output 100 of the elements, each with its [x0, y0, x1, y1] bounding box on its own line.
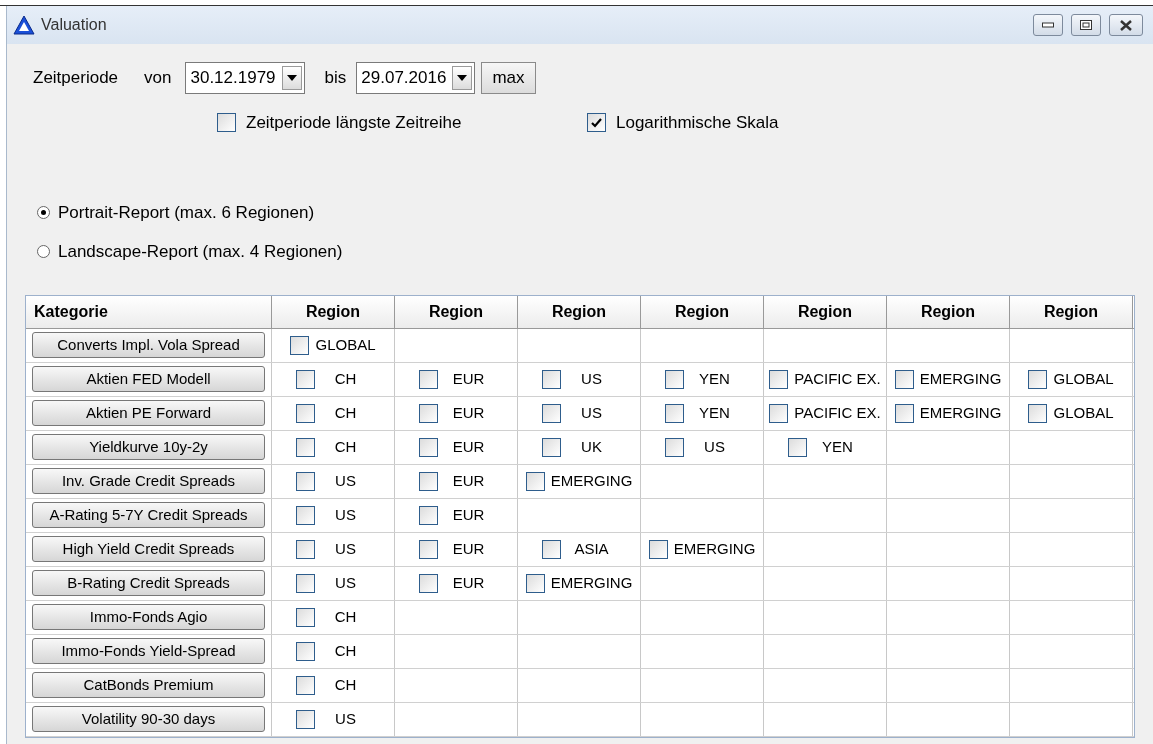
checkbox[interactable] — [664, 403, 684, 423]
checkbox[interactable] — [769, 369, 789, 389]
category-button[interactable]: Aktien FED Modell — [32, 366, 265, 392]
category-button[interactable]: Immo-Fonds Agio — [32, 604, 265, 630]
radio-button[interactable] — [37, 205, 50, 219]
checkbox[interactable] — [894, 403, 914, 423]
checkbox[interactable] — [418, 369, 438, 389]
region-label: CH — [333, 402, 358, 423]
checkbox[interactable] — [541, 403, 561, 423]
region-label: EMERGING — [919, 368, 1002, 389]
checkbox[interactable] — [648, 539, 668, 559]
option-label: Zeitperiode längste Zeitreihe — [246, 112, 462, 134]
app-logo-icon — [13, 15, 35, 35]
region-label: YEN — [698, 368, 731, 389]
dropdown-arrow-button[interactable] — [281, 66, 302, 90]
category-button[interactable]: High Yield Credit Spreads — [32, 536, 265, 562]
maximize-icon — [1080, 20, 1092, 30]
dropdown-arrow-button[interactable] — [452, 66, 473, 90]
column-header: Region — [395, 295, 518, 328]
max-button[interactable]: max — [481, 62, 536, 94]
checkbox[interactable] — [525, 573, 545, 593]
checkbox[interactable] — [295, 437, 315, 457]
region-label: EUR — [451, 470, 486, 491]
region-label: GLOBAL — [1053, 402, 1114, 423]
checkbox[interactable] — [541, 437, 561, 457]
checkbox[interactable] — [787, 437, 807, 457]
region-label: CH — [333, 640, 358, 661]
checkbox[interactable] — [587, 113, 606, 133]
checkbox[interactable] — [295, 471, 315, 491]
category-button[interactable]: Converts Impl. Vola Spread — [32, 332, 265, 358]
region-label: GLOBAL — [1053, 368, 1114, 389]
region-label: PACIFIC EX. — [794, 368, 881, 389]
close-button[interactable] — [1109, 14, 1143, 36]
date-dropdown[interactable]: 29.07.2016 — [356, 62, 476, 94]
checkbox[interactable] — [418, 403, 438, 423]
category-button[interactable]: Volatility 90-30 days — [32, 706, 265, 732]
radio-button[interactable] — [37, 245, 50, 259]
region-label: EMERGING — [919, 402, 1002, 423]
category-button[interactable]: B-Rating Credit Spreads — [32, 570, 265, 596]
caret-icon — [286, 75, 297, 81]
period-label: Zeitperiode — [33, 67, 119, 90]
checkmark-icon — [591, 117, 602, 128]
from-label: von — [144, 67, 172, 90]
checkbox[interactable] — [418, 437, 438, 457]
checkbox[interactable] — [295, 505, 315, 525]
checkbox[interactable] — [541, 539, 561, 559]
region-label: CH — [333, 606, 358, 627]
window-title: Valuation — [41, 15, 107, 35]
category-button[interactable]: Yieldkurve 10y-2y — [32, 434, 265, 460]
checkbox[interactable] — [769, 403, 789, 423]
checkbox[interactable] — [217, 113, 236, 133]
checkbox[interactable] — [290, 335, 310, 355]
checkbox[interactable] — [418, 573, 438, 593]
checkbox[interactable] — [525, 471, 545, 491]
checkbox[interactable] — [664, 437, 684, 457]
region-label: EMERGING — [673, 538, 756, 559]
column-header: Region — [764, 295, 887, 328]
region-label: EUR — [451, 504, 486, 525]
category-button[interactable]: CatBonds Premium — [32, 672, 265, 698]
checkbox[interactable] — [295, 573, 315, 593]
region-label: EMERGING — [550, 470, 633, 491]
to-label: bis — [324, 67, 347, 90]
checkbox[interactable] — [295, 369, 315, 389]
checkbox[interactable] — [295, 539, 315, 559]
checkbox[interactable] — [295, 607, 315, 627]
region-label: US — [334, 538, 357, 559]
column-header: Kategorie — [26, 295, 272, 328]
region-label: US — [334, 708, 357, 729]
column-header: Region — [1010, 295, 1133, 328]
checkbox[interactable] — [418, 471, 438, 491]
region-label: CH — [333, 674, 358, 695]
checkbox[interactable] — [664, 369, 684, 389]
checkbox[interactable] — [295, 641, 315, 661]
category-button[interactable]: Inv. Grade Credit Spreads — [32, 468, 265, 494]
region-label: US — [580, 368, 603, 389]
column-header: Region — [641, 295, 764, 328]
checkbox[interactable] — [295, 675, 315, 695]
checkbox[interactable] — [418, 539, 438, 559]
checkbox[interactable] — [1028, 403, 1048, 423]
region-label: US — [334, 572, 357, 593]
checkbox[interactable] — [894, 369, 914, 389]
region-label: UK — [580, 436, 603, 457]
column-header: Region — [887, 295, 1010, 328]
region-label: PACIFIC EX. — [794, 402, 881, 423]
category-button[interactable]: A-Rating 5-7Y Credit Spreads — [32, 502, 265, 528]
minimize-button[interactable] — [1033, 14, 1063, 36]
checkbox[interactable] — [295, 403, 315, 423]
checkbox[interactable] — [541, 369, 561, 389]
date-dropdown[interactable]: 30.12.1979 — [185, 62, 305, 94]
category-button[interactable]: Aktien PE Forward — [32, 400, 265, 426]
checkbox[interactable] — [295, 709, 315, 729]
region-label: US — [334, 504, 357, 525]
region-label: EUR — [451, 402, 486, 423]
checkbox[interactable] — [1028, 369, 1048, 389]
maximize-button[interactable] — [1071, 14, 1101, 36]
checkbox[interactable] — [418, 505, 438, 525]
category-button[interactable]: Immo-Fonds Yield-Spread — [32, 638, 265, 664]
region-label: EUR — [451, 436, 486, 457]
region-label: US — [703, 436, 726, 457]
region-label: EMERGING — [550, 572, 633, 593]
